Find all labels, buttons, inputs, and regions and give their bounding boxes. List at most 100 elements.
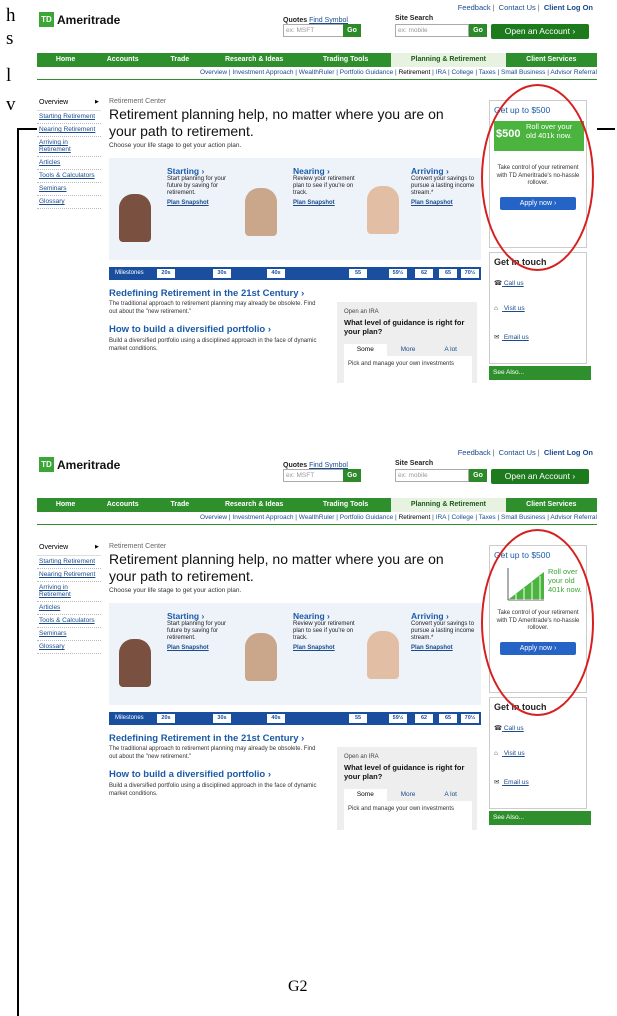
nav-home[interactable]: Home [37,53,94,67]
open-account-button[interactable]: Open an Account › [491,469,589,484]
milestone-tick[interactable]: 70½ [461,269,479,278]
tab-some[interactable]: Some [344,344,387,356]
tab-a-lot[interactable]: A lot [429,789,472,801]
milestone-tick[interactable]: 55 [349,714,367,723]
visit-us-link[interactable]: ⌂ Visit us [494,305,525,312]
subnav-retirement[interactable]: Retirement [399,514,431,521]
subnav-investment[interactable]: Investment Approach [232,69,293,76]
leftnav-nearing[interactable]: Nearing Retirement [37,124,101,137]
plan-snapshot-link[interactable]: Plan Snapshot [411,645,479,652]
leftnav-overview[interactable]: Overview [37,96,101,111]
subnav-portfolio[interactable]: Portfolio Guidance [340,514,393,521]
leftnav-nearing[interactable]: Nearing Retirement [37,569,101,582]
milestone-tick[interactable]: 62 [415,269,433,278]
call-us-link[interactable]: ☎ Call us [494,724,524,732]
leftnav-starting[interactable]: Starting Retirement [37,111,101,124]
stage-nearing[interactable]: Nearing › Review your retirement plan to… [293,611,361,652]
stage-nearing[interactable]: Nearing › Review your retirement plan to… [293,166,361,207]
subnav-portfolio[interactable]: Portfolio Guidance [340,69,393,76]
td-logo[interactable]: TD Ameritrade [39,12,120,27]
feedback-link[interactable]: Feedback [458,3,491,12]
milestone-tick[interactable]: 59½ [389,269,407,278]
milestone-tick[interactable]: 55 [349,269,367,278]
milestone-tick[interactable]: 20s [157,269,175,278]
subnav-ira[interactable]: IRA [436,69,446,76]
leftnav-seminars[interactable]: Seminars [37,183,101,196]
client-logon-link[interactable]: Client Log On [544,448,593,457]
nav-client-services[interactable]: Client Services [506,53,597,67]
plan-snapshot-link[interactable]: Plan Snapshot [167,645,235,652]
contact-link[interactable]: Contact Us [499,3,536,12]
quotes-input[interactable]: ex: MSFT [283,24,345,37]
subnav-small-business[interactable]: Small Business [501,514,545,521]
search-go-button[interactable]: Go [469,469,487,482]
leftnav-articles[interactable]: Articles [37,602,101,615]
subnav-retirement[interactable]: Retirement [399,69,431,76]
site-search-input[interactable]: ex: mobile [395,469,469,482]
call-us-link[interactable]: ☎ Call us [494,279,524,287]
nav-trade[interactable]: Trade [151,53,208,67]
subnav-small-business[interactable]: Small Business [501,69,545,76]
nav-research[interactable]: Research & Ideas [208,53,299,67]
subnav-advisor[interactable]: Advisor Referral [550,514,597,521]
stage-starting[interactable]: Starting › Start planning for your futur… [167,166,235,207]
milestone-tick[interactable]: 59½ [389,714,407,723]
plan-snapshot-link[interactable]: Plan Snapshot [167,200,235,207]
plan-snapshot-link[interactable]: Plan Snapshot [293,200,361,207]
tab-more[interactable]: More [387,789,430,801]
stage-starting[interactable]: Starting › Start planning for your futur… [167,611,235,652]
nav-planning[interactable]: Planning & Retirement [391,53,506,67]
milestone-tick[interactable]: 30s [213,714,231,723]
stage-arriving[interactable]: Arriving › Convert your savings to pursu… [411,611,479,652]
tab-some[interactable]: Some [344,789,387,801]
subnav-investment[interactable]: Investment Approach [232,514,293,521]
leftnav-overview[interactable]: Overview [37,541,101,556]
leftnav-tools[interactable]: Tools & Calculators [37,170,101,183]
subnav-college[interactable]: College [451,514,473,521]
subnav-college[interactable]: College [451,69,473,76]
see-also-header[interactable]: See Also... [489,366,591,380]
nav-trading-tools[interactable]: Trading Tools [300,53,391,67]
subnav-taxes[interactable]: Taxes [479,514,496,521]
nav-accounts[interactable]: Accounts [94,53,151,67]
subnav-wealthruler[interactable]: WealthRuler [299,514,335,521]
see-also-header[interactable]: See Also... [489,811,591,825]
site-search-input[interactable]: ex: mobile [395,24,469,37]
milestone-tick[interactable]: 65 [439,714,457,723]
milestone-tick[interactable]: 62 [415,714,433,723]
nav-client-services[interactable]: Client Services [506,498,597,512]
article-heading-redefining[interactable]: Redefining Retirement in the 21st Centur… [109,288,304,299]
milestone-tick[interactable]: 30s [213,269,231,278]
visit-us-link[interactable]: ⌂ Visit us [494,750,525,757]
quotes-go-button[interactable]: Go [343,24,361,37]
nav-accounts[interactable]: Accounts [94,498,151,512]
leftnav-arriving[interactable]: Arriving in Retirement [37,137,101,157]
quotes-go-button[interactable]: Go [343,469,361,482]
find-symbol-link[interactable]: Find Symbol [309,462,348,469]
search-go-button[interactable]: Go [469,24,487,37]
leftnav-tools[interactable]: Tools & Calculators [37,615,101,628]
article-heading-redefining[interactable]: Redefining Retirement in the 21st Centur… [109,733,304,744]
feedback-link[interactable]: Feedback [458,448,491,457]
milestone-tick[interactable]: 40s [267,269,285,278]
plan-snapshot-link[interactable]: Plan Snapshot [411,200,479,207]
open-account-button[interactable]: Open an Account › [491,24,589,39]
email-us-link[interactable]: ✉ Email us [494,333,529,341]
article-heading-portfolio[interactable]: How to build a diversified portfolio › [109,769,271,780]
article-heading-portfolio[interactable]: How to build a diversified portfolio › [109,324,271,335]
nav-trading-tools[interactable]: Trading Tools [300,498,391,512]
milestone-tick[interactable]: 65 [439,269,457,278]
subnav-taxes[interactable]: Taxes [479,69,496,76]
nav-research[interactable]: Research & Ideas [208,498,299,512]
nav-trade[interactable]: Trade [151,498,208,512]
quotes-input[interactable]: ex: MSFT [283,469,345,482]
subnav-overview[interactable]: Overview [200,514,227,521]
client-logon-link[interactable]: Client Log On [544,3,593,12]
leftnav-starting[interactable]: Starting Retirement [37,556,101,569]
leftnav-arriving[interactable]: Arriving in Retirement [37,582,101,602]
find-symbol-link[interactable]: Find Symbol [309,17,348,24]
contact-link[interactable]: Contact Us [499,448,536,457]
leftnav-seminars[interactable]: Seminars [37,628,101,641]
stage-arriving[interactable]: Arriving › Convert your savings to pursu… [411,166,479,207]
nav-home[interactable]: Home [37,498,94,512]
